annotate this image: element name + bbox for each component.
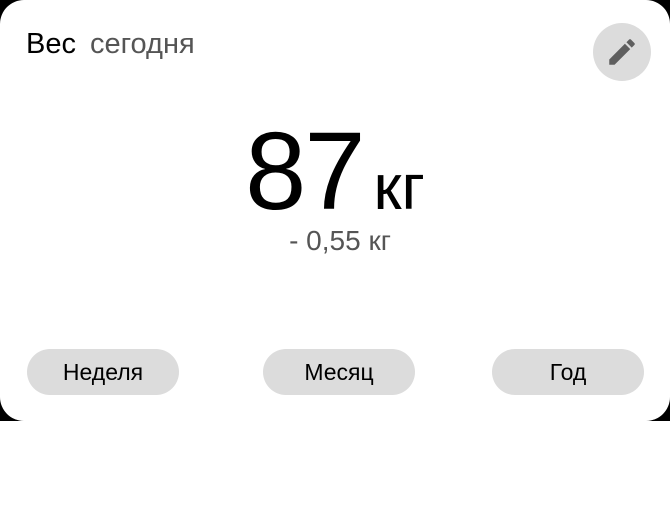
week-button[interactable]: Неделя <box>27 349 179 395</box>
card-title-period: сегодня <box>89 28 195 60</box>
edit-button[interactable] <box>593 23 651 81</box>
weight-value: 87 <box>245 110 365 233</box>
weight-change: - 0,55 кг <box>289 225 391 256</box>
card-title-label: Вес <box>26 28 76 60</box>
year-button[interactable]: Год <box>492 349 644 395</box>
weight-card: Вес сегодня 87 кг - 0,55 кг Неделя Месяц … <box>0 0 670 421</box>
card-title: Вес сегодня <box>26 26 195 62</box>
pencil-icon <box>605 35 639 69</box>
month-button[interactable]: Месяц <box>263 349 415 395</box>
weight-display: 87 кг <box>0 112 670 232</box>
